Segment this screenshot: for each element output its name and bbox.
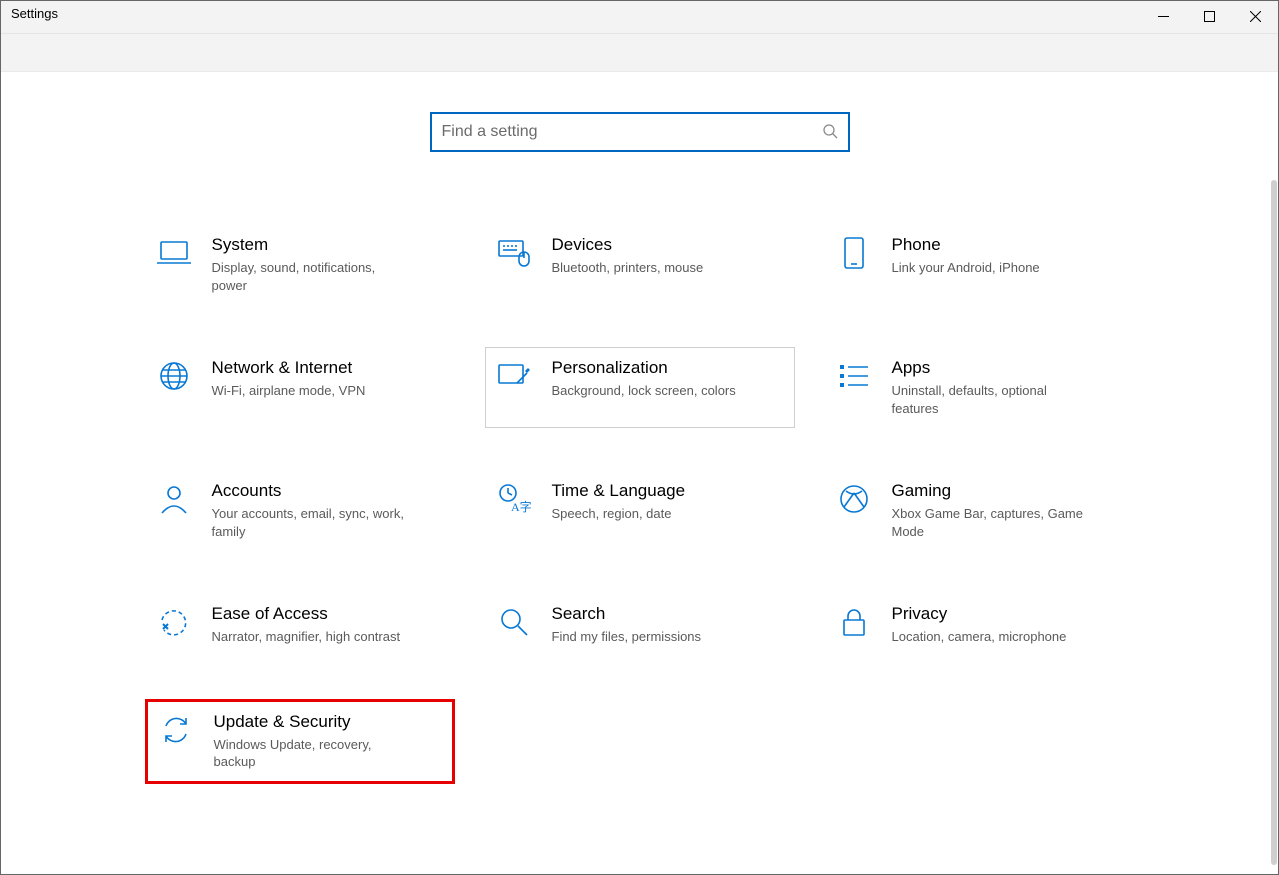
category-network[interactable]: Network & Internet Wi-Fi, airplane mode,…: [145, 347, 455, 428]
category-system[interactable]: System Display, sound, notifications, po…: [145, 224, 455, 305]
category-desc: Speech, region, date: [552, 505, 686, 523]
close-button[interactable]: [1232, 1, 1278, 31]
sync-arrows-icon: [158, 712, 194, 748]
person-icon: [156, 481, 192, 517]
maximize-icon: [1204, 11, 1215, 22]
category-title: Devices: [552, 235, 704, 255]
category-desc: Background, lock screen, colors: [552, 382, 736, 400]
search-icon: [822, 123, 838, 142]
category-privacy[interactable]: Privacy Location, camera, microphone: [825, 593, 1135, 657]
category-time-language[interactable]: A字 Time & Language Speech, region, date: [485, 470, 795, 551]
personalization-icon: [496, 358, 532, 394]
magnifier-icon: [496, 604, 532, 640]
category-phone[interactable]: Phone Link your Android, iPhone: [825, 224, 1135, 305]
window-title: Settings: [1, 1, 68, 26]
category-title: Apps: [892, 358, 1092, 378]
category-desc: Windows Update, recovery, backup: [214, 736, 414, 771]
category-title: Gaming: [892, 481, 1092, 501]
apps-list-icon: [836, 358, 872, 394]
window-controls: [1140, 1, 1278, 31]
category-gaming[interactable]: Gaming Xbox Game Bar, captures, Game Mod…: [825, 470, 1135, 551]
laptop-icon: [156, 235, 192, 271]
category-desc: Link your Android, iPhone: [892, 259, 1040, 277]
search-input[interactable]: [442, 123, 822, 141]
category-update-security[interactable]: Update & Security Windows Update, recove…: [145, 699, 455, 784]
category-desc: Your accounts, email, sync, work, family: [212, 505, 412, 540]
category-ease-of-access[interactable]: Ease of Access Narrator, magnifier, high…: [145, 593, 455, 657]
category-personalization[interactable]: Personalization Background, lock screen,…: [485, 347, 795, 428]
svg-text:A字: A字: [511, 499, 531, 514]
category-title: Ease of Access: [212, 604, 401, 624]
lock-icon: [836, 604, 872, 640]
minimize-icon: [1158, 11, 1169, 22]
titlebar: Settings: [1, 1, 1278, 34]
xbox-icon: [836, 481, 872, 517]
category-title: Search: [552, 604, 702, 624]
category-title: Update & Security: [214, 712, 414, 732]
category-desc: Location, camera, microphone: [892, 628, 1067, 646]
category-desc: Wi-Fi, airplane mode, VPN: [212, 382, 366, 400]
minimize-button[interactable]: [1140, 1, 1186, 31]
category-title: Phone: [892, 235, 1040, 255]
maximize-button[interactable]: [1186, 1, 1232, 31]
category-desc: Bluetooth, printers, mouse: [552, 259, 704, 277]
vertical-scrollbar[interactable]: [1271, 180, 1277, 865]
search-box[interactable]: [430, 112, 850, 152]
category-title: Network & Internet: [212, 358, 366, 378]
category-accounts[interactable]: Accounts Your accounts, email, sync, wor…: [145, 470, 455, 551]
category-title: Privacy: [892, 604, 1067, 624]
category-title: Time & Language: [552, 481, 686, 501]
category-title: System: [212, 235, 412, 255]
category-title: Accounts: [212, 481, 412, 501]
globe-icon: [156, 358, 192, 394]
category-desc: Narrator, magnifier, high contrast: [212, 628, 401, 646]
close-icon: [1250, 11, 1261, 22]
ease-of-access-icon: [156, 604, 192, 640]
category-desc: Display, sound, notifications, power: [212, 259, 412, 294]
category-desc: Xbox Game Bar, captures, Game Mode: [892, 505, 1092, 540]
category-desc: Find my files, permissions: [552, 628, 702, 646]
category-apps[interactable]: Apps Uninstall, defaults, optional featu…: [825, 347, 1135, 428]
category-devices[interactable]: Devices Bluetooth, printers, mouse: [485, 224, 795, 305]
search-container: [1, 112, 1278, 152]
category-desc: Uninstall, defaults, optional features: [892, 382, 1092, 417]
time-language-icon: A字: [496, 481, 532, 517]
category-title: Personalization: [552, 358, 736, 378]
settings-grid: System Display, sound, notifications, po…: [145, 224, 1135, 784]
category-search[interactable]: Search Find my files, permissions: [485, 593, 795, 657]
phone-icon: [836, 235, 872, 271]
keyboard-icon: [496, 235, 532, 271]
ribbon-spacer: [1, 34, 1278, 72]
